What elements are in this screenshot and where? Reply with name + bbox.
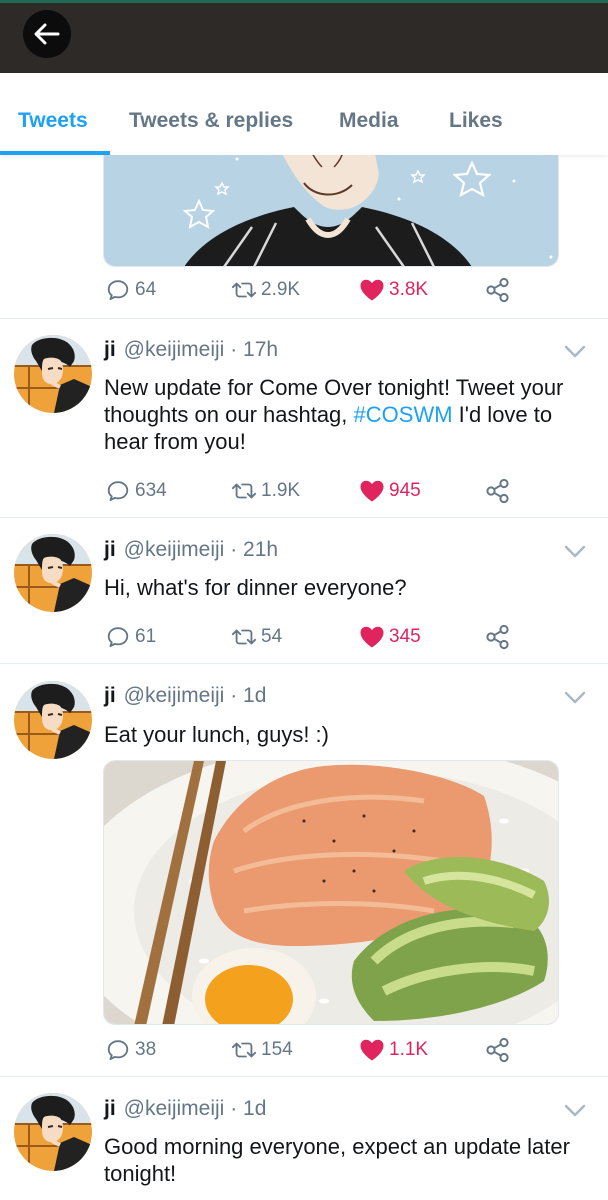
like-count: 1.1K bbox=[389, 1039, 429, 1060]
display-name[interactable]: ji bbox=[104, 538, 116, 561]
retweet-icon bbox=[230, 277, 258, 303]
separator-dot: · bbox=[230, 338, 238, 361]
tweet-header: ji @keijimeiji · 17h bbox=[104, 338, 278, 362]
tweet-divider bbox=[0, 517, 608, 518]
tweet-divider bbox=[0, 1076, 608, 1077]
avatar[interactable] bbox=[14, 335, 92, 413]
timestamp[interactable]: 1d bbox=[243, 1097, 266, 1120]
share-icon bbox=[484, 276, 512, 304]
tweet-actions: 61 54 345 bbox=[0, 622, 608, 652]
tweet-text: Hi, what's for dinner everyone? bbox=[104, 575, 407, 600]
top-app-bar bbox=[0, 0, 608, 73]
reply-icon bbox=[105, 478, 131, 504]
reply-button[interactable]: 64 bbox=[104, 275, 156, 305]
hashtag-link[interactable]: #COSWM bbox=[354, 402, 453, 427]
separator-dot: · bbox=[230, 1097, 238, 1120]
retweet-button[interactable]: 54 bbox=[230, 622, 282, 652]
retweet-count: 154 bbox=[261, 1039, 293, 1060]
heart-icon bbox=[358, 276, 386, 304]
tweet-feed: 64 2.9K 3.8K ji @keijimeiji · 17h New upd… bbox=[0, 155, 608, 1200]
like-button[interactable]: 345 bbox=[358, 622, 421, 652]
share-button[interactable] bbox=[484, 1035, 512, 1065]
separator-dot: · bbox=[230, 538, 238, 561]
avatar[interactable] bbox=[14, 534, 92, 612]
chevron-down-icon[interactable] bbox=[564, 345, 586, 359]
retweet-button[interactable]: 1.9K bbox=[230, 476, 300, 506]
tab-tweets[interactable]: Tweets bbox=[18, 109, 88, 133]
tweet-text: Eat your lunch, guys! :) bbox=[104, 722, 329, 747]
tweet-text: Good morning everyone, expect an update … bbox=[104, 1134, 570, 1186]
tweet-divider bbox=[0, 663, 608, 664]
tweet-header: ji @keijimeiji · 1d bbox=[104, 1097, 266, 1121]
tweet-media-image[interactable] bbox=[103, 155, 559, 267]
heart-icon bbox=[358, 623, 386, 651]
tweet-header: ji @keijimeiji · 21h bbox=[104, 538, 278, 562]
like-button[interactable]: 3.8K bbox=[358, 275, 428, 305]
timestamp[interactable]: 17h bbox=[243, 338, 278, 361]
share-button[interactable] bbox=[484, 476, 512, 506]
user-handle[interactable]: @keijimeiji bbox=[124, 684, 225, 707]
avatar[interactable] bbox=[14, 681, 92, 759]
reply-button[interactable]: 61 bbox=[104, 622, 156, 652]
salmon-rice-bowl-image bbox=[104, 761, 558, 1024]
tab-tweets-and-replies[interactable]: Tweets & replies bbox=[129, 109, 293, 133]
tab-media[interactable]: Media bbox=[339, 109, 399, 133]
retweet-count: 54 bbox=[261, 626, 283, 647]
reply-count: 634 bbox=[135, 480, 167, 501]
tweet-divider bbox=[0, 318, 608, 319]
like-count: 345 bbox=[389, 626, 421, 647]
tweet-actions: 64 2.9K 3.8K bbox=[0, 275, 608, 305]
tweet-header: ji @keijimeiji · 1d bbox=[104, 684, 266, 708]
like-count: 3.8K bbox=[389, 279, 429, 300]
display-name[interactable]: ji bbox=[104, 1097, 116, 1120]
retweet-button[interactable]: 2.9K bbox=[230, 275, 300, 305]
retweet-button[interactable]: 154 bbox=[230, 1035, 293, 1065]
anime-character-image bbox=[104, 155, 558, 266]
display-name[interactable]: ji bbox=[104, 338, 116, 361]
like-count: 945 bbox=[389, 480, 421, 501]
separator-dot: · bbox=[230, 684, 238, 707]
chevron-down-icon[interactable] bbox=[564, 1104, 586, 1118]
chevron-down-icon[interactable] bbox=[564, 691, 586, 705]
user-handle[interactable]: @keijimeiji bbox=[124, 338, 225, 361]
share-icon bbox=[484, 477, 512, 505]
timestamp[interactable]: 21h bbox=[243, 538, 278, 561]
reply-icon bbox=[105, 1037, 131, 1063]
share-button[interactable] bbox=[484, 622, 512, 652]
reply-count: 38 bbox=[135, 1039, 157, 1060]
like-button[interactable]: 945 bbox=[358, 476, 421, 506]
retweet-count: 2.9K bbox=[261, 279, 301, 300]
reply-icon bbox=[105, 624, 131, 650]
user-handle[interactable]: @keijimeiji bbox=[124, 538, 225, 561]
chevron-down-icon[interactable] bbox=[564, 545, 586, 559]
tweet-actions: 38 154 1.1K bbox=[0, 1035, 608, 1065]
avatar[interactable] bbox=[14, 1093, 92, 1171]
reply-count: 64 bbox=[135, 279, 157, 300]
heart-icon bbox=[358, 477, 386, 505]
reply-count: 61 bbox=[135, 626, 157, 647]
profile-tabs: Tweets Tweets & replies Media Likes bbox=[0, 73, 608, 155]
reply-button[interactable]: 38 bbox=[104, 1035, 156, 1065]
retweet-icon bbox=[230, 624, 258, 650]
arrow-left-icon bbox=[34, 23, 60, 45]
user-handle[interactable]: @keijimeiji bbox=[124, 1097, 225, 1120]
like-button[interactable]: 1.1K bbox=[358, 1035, 428, 1065]
heart-icon bbox=[358, 1036, 386, 1064]
timestamp[interactable]: 1d bbox=[243, 684, 266, 707]
tab-likes[interactable]: Likes bbox=[449, 109, 503, 133]
share-icon bbox=[484, 1036, 512, 1064]
tweet-actions: 634 1.9K 945 bbox=[0, 476, 608, 506]
reply-icon bbox=[105, 277, 131, 303]
back-button[interactable] bbox=[23, 10, 71, 58]
display-name[interactable]: ji bbox=[104, 684, 116, 707]
retweet-count: 1.9K bbox=[261, 480, 301, 501]
reply-button[interactable]: 634 bbox=[104, 476, 167, 506]
tweet-media-image[interactable] bbox=[103, 760, 559, 1025]
retweet-icon bbox=[230, 478, 258, 504]
tweet-text: New update for Come Over tonight! Tweet … bbox=[104, 374, 594, 455]
share-button[interactable] bbox=[484, 275, 512, 305]
share-icon bbox=[484, 623, 512, 651]
retweet-icon bbox=[230, 1037, 258, 1063]
